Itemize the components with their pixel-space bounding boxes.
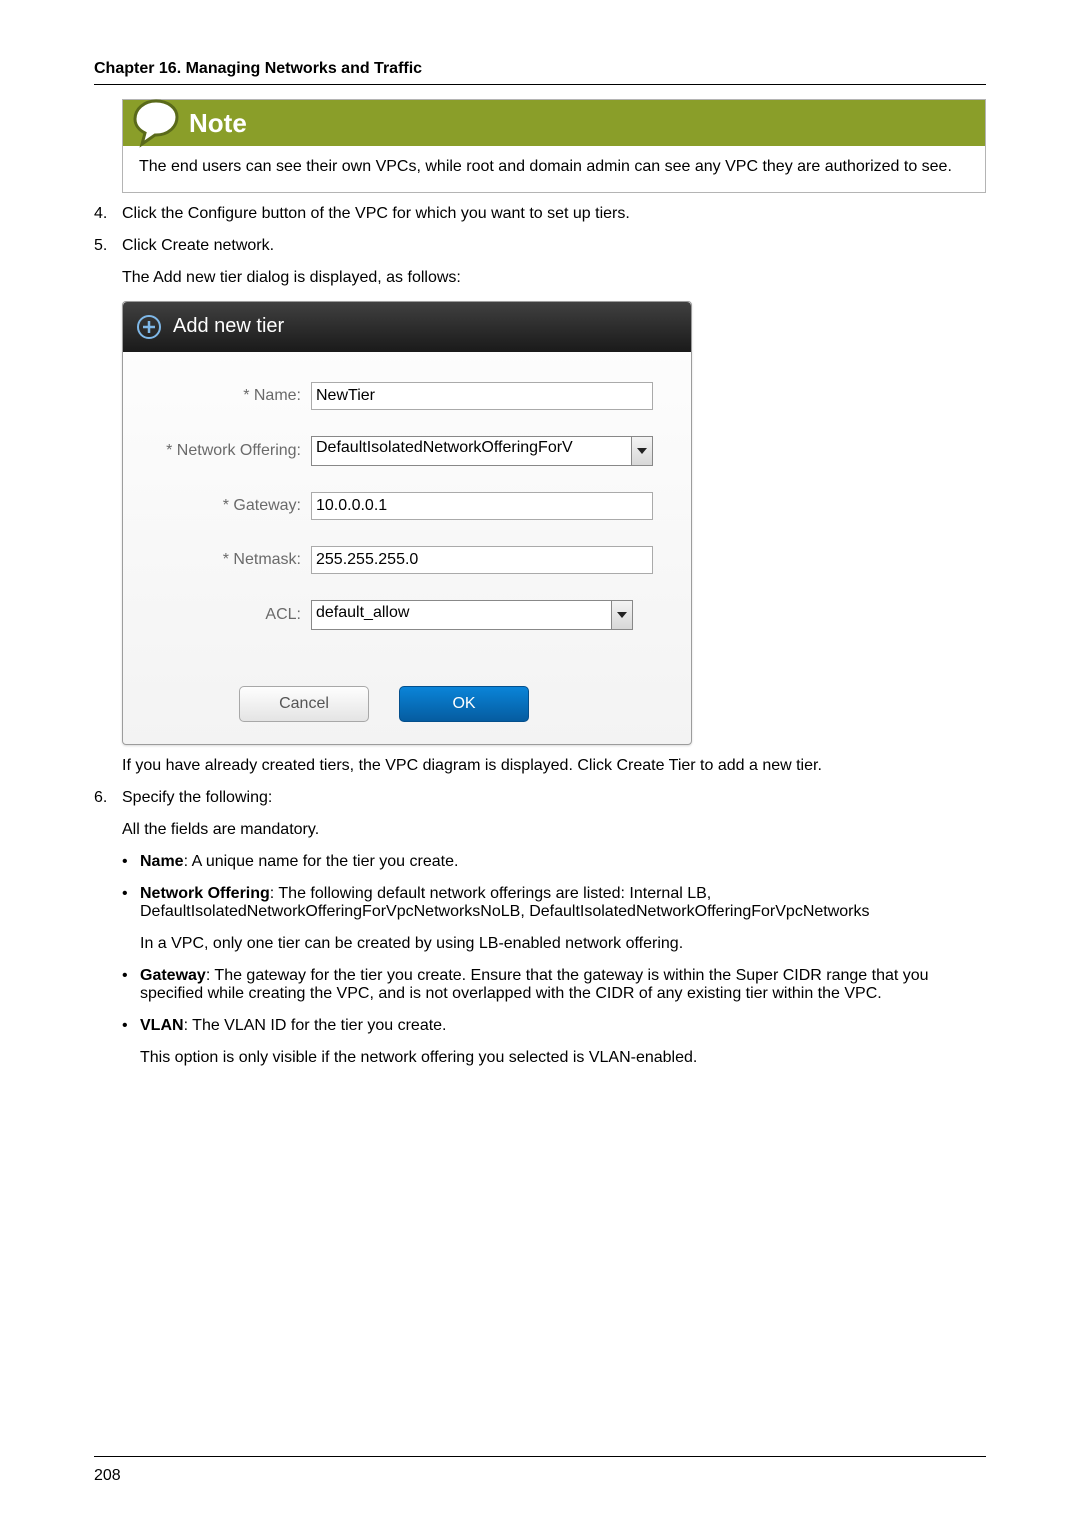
ok-button[interactable]: OK: [399, 686, 529, 722]
acl-value: default_allow: [312, 601, 611, 629]
step-5-after-dialog: If you have already created tiers, the V…: [122, 757, 986, 775]
name-input[interactable]: [311, 382, 653, 410]
netmask-label: * Netmask:: [143, 551, 311, 569]
netmask-input[interactable]: [311, 546, 653, 574]
offering-value: DefaultIsolatedNetworkOfferingForV: [312, 437, 631, 465]
name-label: * Name:: [143, 387, 311, 405]
note-title: Note: [189, 108, 247, 139]
cancel-button[interactable]: Cancel: [239, 686, 369, 722]
note-body: The end users can see their own VPCs, wh…: [123, 146, 985, 192]
bullet-name-text: : A unique name for the tier you create.: [184, 853, 459, 870]
gateway-label: * Gateway:: [143, 497, 311, 515]
bullet-vlan-text2: This option is only visible if the netwo…: [140, 1049, 986, 1067]
step-6-text-1: Specify the following:: [122, 789, 986, 807]
divider: [94, 1456, 986, 1457]
offering-label: * Network Offering:: [143, 442, 311, 460]
plus-circle-icon: [137, 315, 161, 339]
bullet-gateway: Gateway: The gateway for the tier you cr…: [122, 967, 986, 1003]
dialog-header: Add new tier: [123, 302, 691, 352]
acl-select[interactable]: default_allow: [311, 600, 633, 630]
bullet-network-offering: Network Offering: The following default …: [122, 885, 986, 953]
chevron-down-icon: [611, 601, 632, 629]
bullet-vlan-text1: : The VLAN ID for the tier you create.: [184, 1017, 447, 1034]
step-6-number: 6.: [94, 789, 122, 1081]
chevron-down-icon: [631, 437, 652, 465]
step-5-text-1: Click Create network.: [122, 237, 986, 255]
step-5-number: 5.: [94, 237, 122, 775]
chapter-heading: Chapter 16. Managing Networks and Traffi…: [94, 60, 986, 78]
acl-label: ACL:: [143, 606, 311, 624]
gateway-input[interactable]: [311, 492, 653, 520]
divider: [94, 84, 986, 85]
step-6-text-2: All the fields are mandatory.: [122, 821, 986, 839]
step-4-number: 4.: [94, 205, 122, 223]
speech-bubble-icon: [129, 95, 183, 149]
page-number: 208: [94, 1467, 121, 1485]
bullet-gateway-label: Gateway: [140, 967, 206, 984]
bullet-vlan-label: VLAN: [140, 1017, 184, 1034]
bullet-offering-text2: In a VPC, only one tier can be created b…: [140, 935, 986, 953]
dialog-title: Add new tier: [173, 315, 284, 338]
bullet-name: Name: A unique name for the tier you cre…: [122, 853, 986, 871]
bullet-vlan: VLAN: The VLAN ID for the tier you creat…: [122, 1017, 986, 1067]
bullet-gateway-text: : The gateway for the tier you create. E…: [140, 967, 929, 1002]
note-header: Note: [123, 100, 985, 146]
offering-select[interactable]: DefaultIsolatedNetworkOfferingForV: [311, 436, 653, 466]
step-4-text: Click the Configure button of the VPC fo…: [122, 205, 986, 223]
bullet-offering-label: Network Offering: [140, 885, 270, 902]
add-new-tier-dialog: Add new tier * Name: * Network Offering:…: [122, 301, 692, 745]
note-box: Note The end users can see their own VPC…: [122, 99, 986, 193]
step-5-text-2: The Add new tier dialog is displayed, as…: [122, 269, 986, 287]
bullet-name-label: Name: [140, 853, 184, 870]
